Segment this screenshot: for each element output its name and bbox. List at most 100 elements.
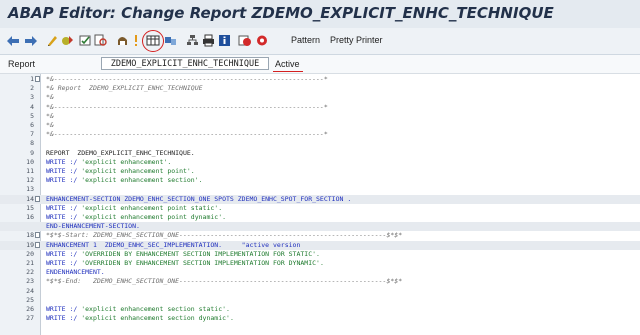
line-number: 9	[30, 148, 34, 157]
line-number: 3	[30, 93, 34, 102]
line-number: 7	[30, 130, 34, 139]
collapse-toggle-icon[interactable]	[35, 232, 40, 239]
line-number: 10	[26, 157, 34, 166]
code-line[interactable]: 19 ENHANCEMENT 1 ZDEMO_ENHC_SEC_IMPLEMENT…	[0, 240, 640, 250]
code-text: WRITE :/ 'explicit enhancement section d…	[46, 314, 234, 323]
line-number: 8	[30, 139, 34, 148]
code-line[interactable]: 11 WRITE :/ 'explicit enhancement point'.	[0, 167, 640, 176]
status-badge: Active	[275, 59, 300, 69]
code-text: *&	[46, 111, 54, 120]
highlight-circle	[142, 30, 164, 52]
code-editor[interactable]: 1 *&-------------------------------------…	[0, 74, 640, 335]
navigation-icon[interactable]	[116, 32, 129, 49]
line-number: 25	[26, 295, 34, 304]
print-icon[interactable]	[202, 32, 215, 49]
code-line[interactable]: 7 *&-------------------------------------…	[0, 130, 640, 139]
code-line[interactable]: 20 WRITE :/ 'OVERRIDEN BY ENHANCEMENT SEC…	[0, 250, 640, 259]
code-line[interactable]: 13	[0, 185, 640, 194]
collapse-toggle-icon[interactable]	[35, 195, 40, 202]
code-line[interactable]: 6 *&	[0, 121, 640, 130]
code-line[interactable]: 2 *& Report ZDEMO_EXPLICIT_ENHC_TECHNIQUE	[0, 84, 640, 93]
code-text: ENHANCEMENT-SECTION ZDEMO_ENHC_SECTION_O…	[46, 194, 352, 203]
navigation-window-icon[interactable]	[164, 32, 177, 49]
line-number: 11	[26, 167, 34, 175]
line-number: 22	[26, 268, 34, 277]
application-toolbar: Pattern Pretty Printer	[0, 28, 640, 55]
code-line[interactable]: 27 WRITE :/ 'explicit enhancement section…	[0, 314, 640, 323]
code-text: WRITE :/ 'explicit enhancement point dyn…	[46, 213, 227, 221]
line-number: 21	[26, 259, 34, 267]
line-number: 6	[30, 121, 34, 129]
status-underline	[273, 71, 303, 72]
line-number: 26	[26, 305, 34, 313]
code-line[interactable]: 23 *$*$-End: ZDEMO_ENHC_SECTION_ONE------…	[0, 277, 640, 286]
code-line[interactable]: 12 WRITE :/ 'explicit enhancement section…	[0, 176, 640, 185]
external-breakpoint-icon[interactable]	[255, 32, 269, 49]
line-number: 13	[26, 185, 34, 194]
back-arrow-icon[interactable]	[6, 32, 20, 49]
window-title: ABAP Editor: Change Report ZDEMO_EXPLICI…	[8, 4, 554, 22]
code-text: *& Report ZDEMO_EXPLICIT_ENHC_TECHNIQUE	[46, 84, 203, 93]
code-line[interactable]: 10 WRITE :/ 'explicit enhancement'.	[0, 158, 640, 167]
code-text: END-ENHANCEMENT-SECTION.	[46, 222, 140, 231]
line-number: 12	[26, 176, 34, 185]
collapse-toggle-icon[interactable]	[35, 241, 40, 248]
line-number: 14	[26, 194, 34, 203]
enhance-icon[interactable]	[132, 32, 140, 49]
code-text: *&	[46, 121, 54, 129]
code-text: *&--------------------------------------…	[46, 102, 328, 111]
code-text: WRITE :/ 'OVERRIDEN BY ENHANCEMENT SECTI…	[46, 259, 324, 267]
code-text: *&--------------------------------------…	[46, 75, 328, 83]
code-text: *&	[46, 93, 54, 102]
pattern-button[interactable]: Pattern	[291, 35, 320, 45]
code-line[interactable]: 8	[0, 139, 640, 148]
code-text: *&--------------------------------------…	[46, 130, 328, 139]
code-line[interactable]: 26 WRITE :/ 'explicit enhancement section…	[0, 305, 640, 314]
code-text: REPORT ZDEMO_EXPLICIT_ENHC_TECHNIQUE.	[46, 148, 195, 157]
code-text: WRITE :/ 'explicit enhancement section'.	[46, 176, 203, 185]
code-line[interactable]: 15 WRITE :/ 'explicit enhancement point s…	[0, 204, 640, 213]
line-number: 27	[26, 314, 34, 323]
code-text: *$*$-Start: ZDEMO_ENHC_SECTION_ONE------…	[46, 231, 403, 240]
code-line[interactable]: 9 REPORT ZDEMO_EXPLICIT_ENHC_TECHNIQUE.	[0, 149, 640, 158]
line-number: 15	[26, 203, 34, 212]
report-header: Report ZDEMO_EXPLICIT_ENHC_TECHNIQUE Act…	[0, 55, 640, 74]
hierarchy-icon[interactable]	[186, 32, 199, 49]
forward-arrow-icon[interactable]	[24, 32, 38, 49]
activate-icon[interactable]	[61, 32, 75, 49]
check-icon[interactable]	[79, 32, 92, 49]
line-number: 23	[26, 277, 34, 286]
line-number: 16	[26, 213, 34, 221]
line-number: 20	[26, 249, 34, 258]
title-bar: ABAP Editor: Change Report ZDEMO_EXPLICI…	[0, 0, 640, 29]
code-line[interactable]: 24	[0, 287, 640, 296]
report-label: Report	[8, 59, 36, 69]
collapse-toggle-icon[interactable]	[35, 76, 40, 82]
report-name-field[interactable]: ZDEMO_EXPLICIT_ENHC_TECHNIQUE	[101, 57, 269, 70]
line-number: 5	[30, 111, 34, 120]
code-text: WRITE :/ 'explicit enhancement section s…	[46, 305, 230, 313]
pretty-printer-button[interactable]: Pretty Printer	[330, 35, 383, 45]
code-line[interactable]: 14 ENHANCEMENT-SECTION ZDEMO_ENHC_SECTION…	[0, 194, 640, 204]
code-line[interactable]: 16 WRITE :/ 'explicit enhancement point d…	[0, 213, 640, 222]
line-number: 4	[30, 102, 34, 111]
code-line[interactable]: 1 *&-------------------------------------…	[0, 75, 640, 84]
line-number: 19	[26, 240, 34, 249]
code-line[interactable]: END-ENHANCEMENT-SECTION.	[0, 222, 640, 232]
code-text: WRITE :/ 'OVERRIDEN BY ENHANCEMENT SECTI…	[46, 249, 320, 258]
line-number: 18	[26, 231, 34, 240]
breakpoint-icon[interactable]	[238, 32, 252, 49]
info-icon[interactable]	[218, 32, 231, 49]
code-line[interactable]: 22 ENDENHANCEMENT.	[0, 268, 640, 277]
code-text: ENDENHANCEMENT.	[46, 268, 105, 277]
code-line[interactable]: 3 *&	[0, 93, 640, 102]
code-line[interactable]: 21 WRITE :/ 'OVERRIDEN BY ENHANCEMENT SEC…	[0, 259, 640, 268]
display-change-icon[interactable]	[46, 32, 59, 49]
code-line[interactable]: 25	[0, 296, 640, 305]
where-used-icon[interactable]	[94, 32, 107, 49]
code-line[interactable]: 4 *&-------------------------------------…	[0, 103, 640, 112]
code-line[interactable]: 5 *&	[0, 112, 640, 121]
code-line[interactable]: 18 *$*$-Start: ZDEMO_ENHC_SECTION_ONE----…	[0, 231, 640, 240]
code-text: WRITE :/ 'explicit enhancement point'.	[46, 167, 195, 175]
code-text: ENHANCEMENT 1 ZDEMO_ENHC_SEC_IMPLEMENTAT…	[46, 240, 301, 249]
